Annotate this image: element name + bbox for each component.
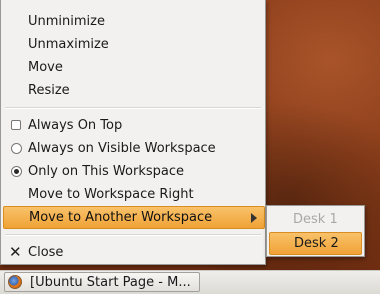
menu-item-always-on-visible-workspace[interactable]: Always on Visible Workspace <box>1 137 265 160</box>
firefox-icon <box>8 275 22 289</box>
submenu-item-desk-1: Desk 1 <box>267 208 364 231</box>
submenu-item-desk-2[interactable]: Desk 2 <box>269 232 362 255</box>
menu-item-label: Only on This Workspace <box>28 164 184 179</box>
taskbar-window-button[interactable]: [Ubuntu Start Page - M... <box>4 272 200 292</box>
submenu-item-label: Desk 1 <box>293 212 338 227</box>
menu-item-label: Unminimize <box>28 14 105 29</box>
menu-item-label: Always on Visible Workspace <box>28 141 216 156</box>
menu-separator <box>5 234 261 236</box>
radio-selected-icon[interactable] <box>11 166 22 177</box>
workspace-submenu: Desk 1 Desk 2 <box>266 205 365 257</box>
menu-item-label: Resize <box>28 83 70 98</box>
radio-icon[interactable] <box>11 143 22 154</box>
menu-item-unminimize[interactable]: Unminimize <box>1 10 265 33</box>
checkbox-icon[interactable] <box>11 120 21 130</box>
close-icon: ✕ <box>9 243 22 261</box>
menu-item-unmaximize[interactable]: Unmaximize <box>1 33 265 56</box>
submenu-item-label: Desk 2 <box>294 236 339 251</box>
menu-item-close[interactable]: ✕ Close <box>1 241 265 264</box>
menu-item-only-on-this-workspace[interactable]: Only on This Workspace <box>1 160 265 183</box>
menu-item-move-to-workspace-right[interactable]: Move to Workspace Right <box>1 183 265 206</box>
menu-item-move-to-another-workspace[interactable]: Move to Another Workspace <box>3 206 265 229</box>
taskbar-window-label: [Ubuntu Start Page - M... <box>30 275 191 290</box>
taskbar: [Ubuntu Start Page - M... <box>0 270 380 294</box>
menu-item-always-on-top[interactable]: Always On Top <box>1 114 265 137</box>
menu-item-label: Move <box>28 60 63 75</box>
menu-item-label: Close <box>28 245 64 260</box>
menu-item-label: Always On Top <box>28 118 123 133</box>
menu-item-label: Move to Workspace Right <box>28 187 194 202</box>
window-context-menu: Unminimize Unmaximize Move Resize Always… <box>0 0 266 265</box>
menu-item-move[interactable]: Move <box>1 56 265 79</box>
submenu-arrow-icon <box>251 213 257 223</box>
menu-item-resize[interactable]: Resize <box>1 79 265 102</box>
menu-separator <box>5 107 261 109</box>
menu-item-label: Unmaximize <box>28 37 109 52</box>
menu-item-label: Move to Another Workspace <box>29 210 213 225</box>
